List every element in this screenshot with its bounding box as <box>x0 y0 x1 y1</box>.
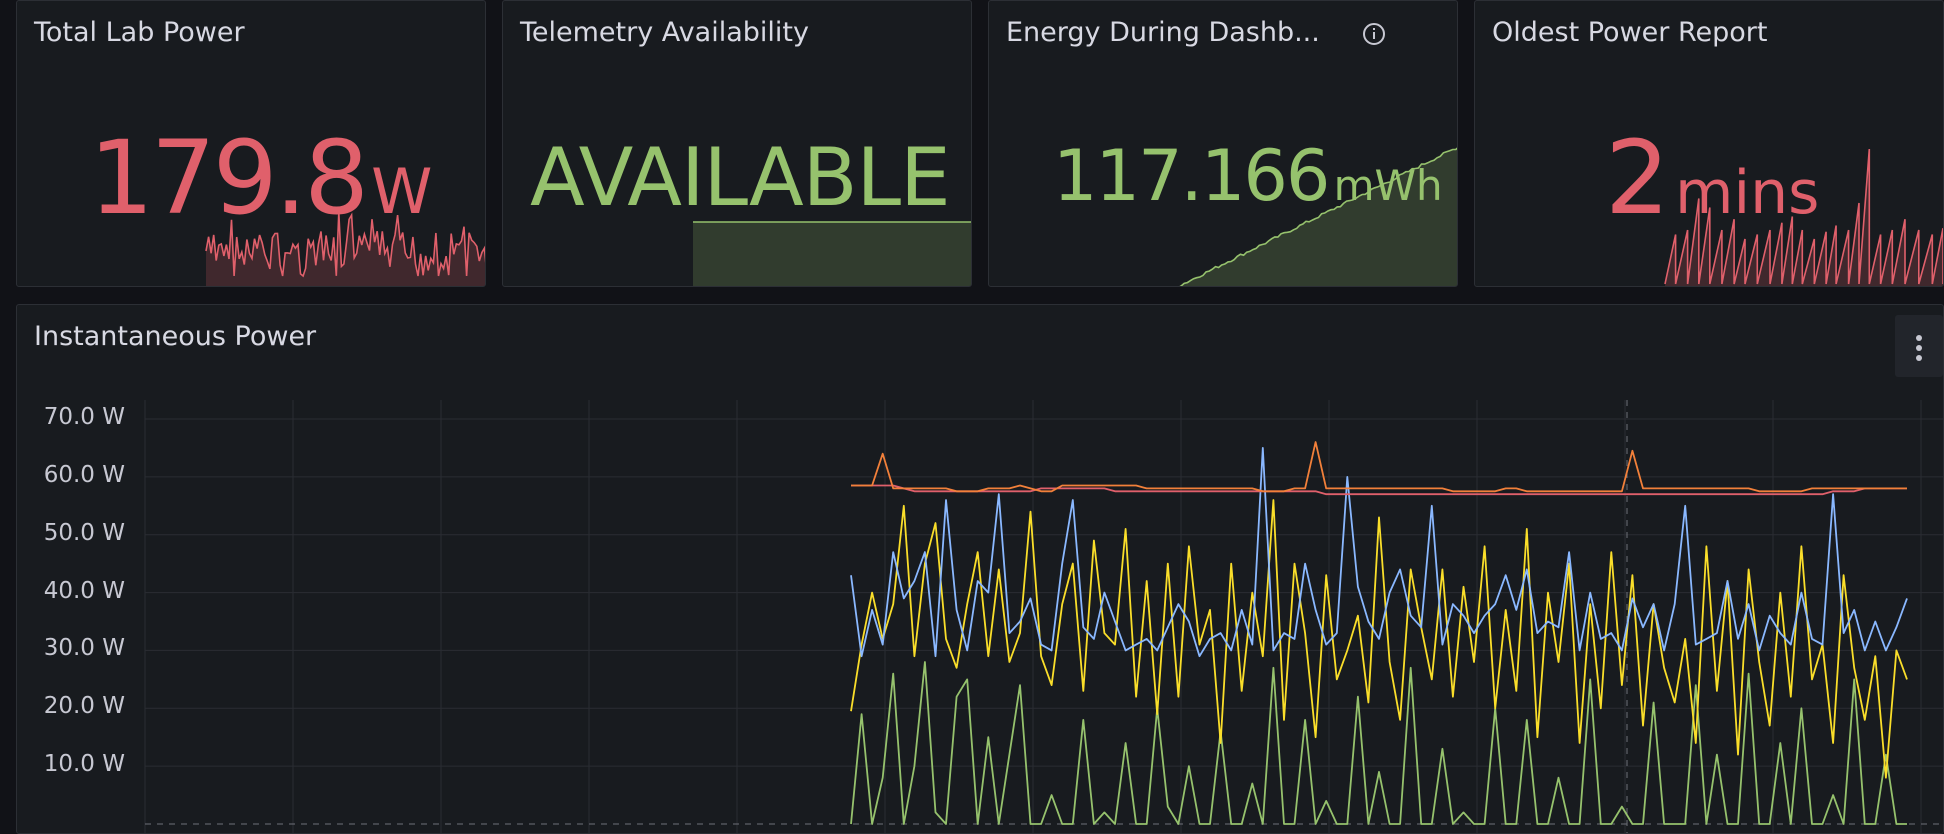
stat-number: 117.166 <box>1053 135 1330 217</box>
stat-unit: mWh <box>1333 161 1443 210</box>
instantaneous-power-panel[interactable]: Instantaneous Power 70.0 W 60.0 W 50.0 W 40… <box>16 304 1944 834</box>
oldest-power-report-panel[interactable]: Oldest Power Report 2 mins <box>1474 0 1944 287</box>
telemetry-availability-panel[interactable]: Telemetry Availability AVAILABLE <box>502 0 972 287</box>
series-line-1 <box>851 484 1907 496</box>
energy-panel[interactable]: Energy During Dashb... 117.166 mWh <box>988 0 1458 287</box>
total-lab-power-panel[interactable]: Total Lab Power 179.8 W <box>16 0 486 287</box>
stat-number: 179.8 <box>89 119 369 238</box>
stat-unit: W <box>371 155 433 228</box>
series-line-4 <box>850 661 1907 825</box>
series-line-2 <box>850 447 1908 658</box>
series-line-0 <box>851 441 1907 493</box>
stat-value: AVAILABLE <box>530 131 951 224</box>
stat-value: 179.8 W <box>89 119 432 238</box>
stat-number: 2 <box>1605 119 1670 238</box>
time-series-chart[interactable] <box>17 305 1944 834</box>
stat-value: 117.166 mWh <box>1053 135 1443 217</box>
availability-spark-fill <box>693 222 971 286</box>
stat-unit: mins <box>1675 158 1820 228</box>
stat-value: 2 mins <box>1605 119 1819 238</box>
